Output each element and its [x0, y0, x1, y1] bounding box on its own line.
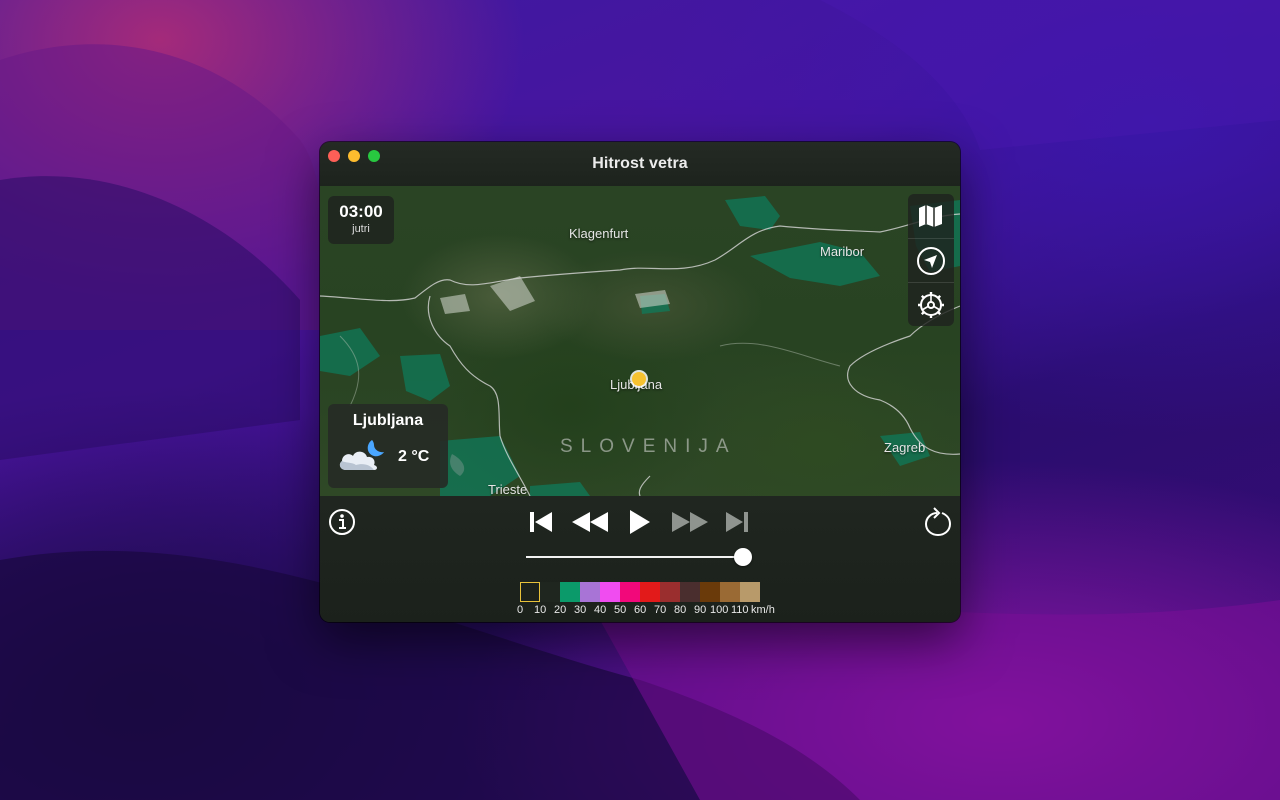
map-label-trieste: Trieste	[488, 482, 528, 496]
legend-tick: 10	[534, 604, 547, 616]
skip-to-start-icon	[530, 512, 552, 532]
skip-to-end-icon	[726, 512, 748, 532]
info-button[interactable]	[326, 506, 358, 538]
location-temperature: 2 °C	[398, 448, 430, 465]
settings-button[interactable]	[908, 282, 954, 327]
skip-to-end-button[interactable]	[722, 508, 752, 536]
legend-swatch-30	[580, 582, 600, 602]
map-layers-button[interactable]	[908, 194, 954, 238]
legend-tick: 60	[634, 604, 647, 616]
legend-swatch-40	[600, 582, 620, 602]
timeline-slider-track[interactable]	[526, 556, 744, 558]
title-bar: Hitrost vetra	[320, 142, 960, 186]
window-title: Hitrost vetra	[592, 155, 688, 172]
legend-tick: 50	[614, 604, 627, 616]
legend-tick: 20	[554, 604, 567, 616]
legend-tick: 80	[674, 604, 687, 616]
legend-swatch-0	[520, 582, 540, 602]
refresh-icon	[924, 507, 952, 537]
wind-speed-legend: 0 10 20 30 40 50 60 70 80 90 100 110 km/…	[517, 582, 775, 622]
forecast-time: 03:00 jutri	[328, 196, 394, 244]
legend-tick: 90	[694, 604, 707, 616]
my-location-button[interactable]	[908, 238, 954, 283]
map-label-maribor: Maribor	[820, 244, 865, 259]
map-label-klagenfurt: Klagenfurt	[569, 226, 629, 241]
map-label-zagreb: Zagreb	[884, 440, 926, 455]
app-window: Hitrost vetra Klagenfurt Maribor SLOVENI…	[320, 142, 960, 622]
legend-tick: 110	[731, 604, 749, 616]
legend-tick: 0	[517, 604, 524, 616]
partly-cloudy-night-icon	[336, 438, 388, 479]
window-controls	[328, 150, 380, 162]
map-label-country: SLOVENIJA	[560, 436, 737, 457]
legend-tick: 70	[654, 604, 667, 616]
zoom-window-button[interactable]	[368, 150, 380, 162]
map-icon	[919, 205, 942, 227]
legend-ticks: 0 10 20 30 40 50 60 70 80 90 100 110 km/…	[517, 604, 800, 620]
legend-swatch-80	[680, 582, 700, 602]
legend-tick: 100	[710, 604, 729, 616]
minimize-window-button[interactable]	[348, 150, 360, 162]
rewind-icon	[572, 512, 608, 532]
play-button[interactable]	[624, 506, 654, 538]
map-toolbar	[908, 194, 954, 326]
forecast-day: jutri	[352, 223, 370, 235]
legend-swatch-90	[700, 582, 720, 602]
legend-swatch-20	[560, 582, 580, 602]
playback-controls: 0 10 20 30 40 50 60 70 80 90 100 110 km/…	[320, 496, 960, 622]
timeline-slider-thumb[interactable]	[734, 548, 752, 566]
location-arrow-icon	[917, 247, 945, 275]
location-pin[interactable]	[632, 372, 646, 386]
legend-tick: 40	[594, 604, 607, 616]
skip-to-start-button[interactable]	[526, 508, 556, 536]
fast-forward-button[interactable]	[670, 508, 710, 536]
info-icon	[329, 509, 355, 535]
legend-swatch-100	[720, 582, 740, 602]
play-icon	[630, 510, 650, 534]
legend-tick: 30	[574, 604, 587, 616]
legend-swatch-60	[640, 582, 660, 602]
legend-swatch-10	[540, 582, 560, 602]
refresh-button[interactable]	[922, 506, 954, 538]
legend-swatch-50	[620, 582, 640, 602]
fast-forward-icon	[672, 512, 708, 532]
forecast-time-value: 03:00	[339, 202, 383, 221]
legend-swatch-70	[660, 582, 680, 602]
legend-unit: km/h	[751, 604, 775, 616]
legend-swatch-110	[740, 582, 760, 602]
location-name: Ljubljana	[352, 412, 424, 429]
settings-gear-icon	[918, 292, 944, 318]
close-window-button[interactable]	[328, 150, 340, 162]
legend-swatches	[520, 582, 760, 602]
rewind-button[interactable]	[570, 508, 610, 536]
location-weather-card[interactable]: Ljubljana 2 °C	[328, 404, 448, 488]
